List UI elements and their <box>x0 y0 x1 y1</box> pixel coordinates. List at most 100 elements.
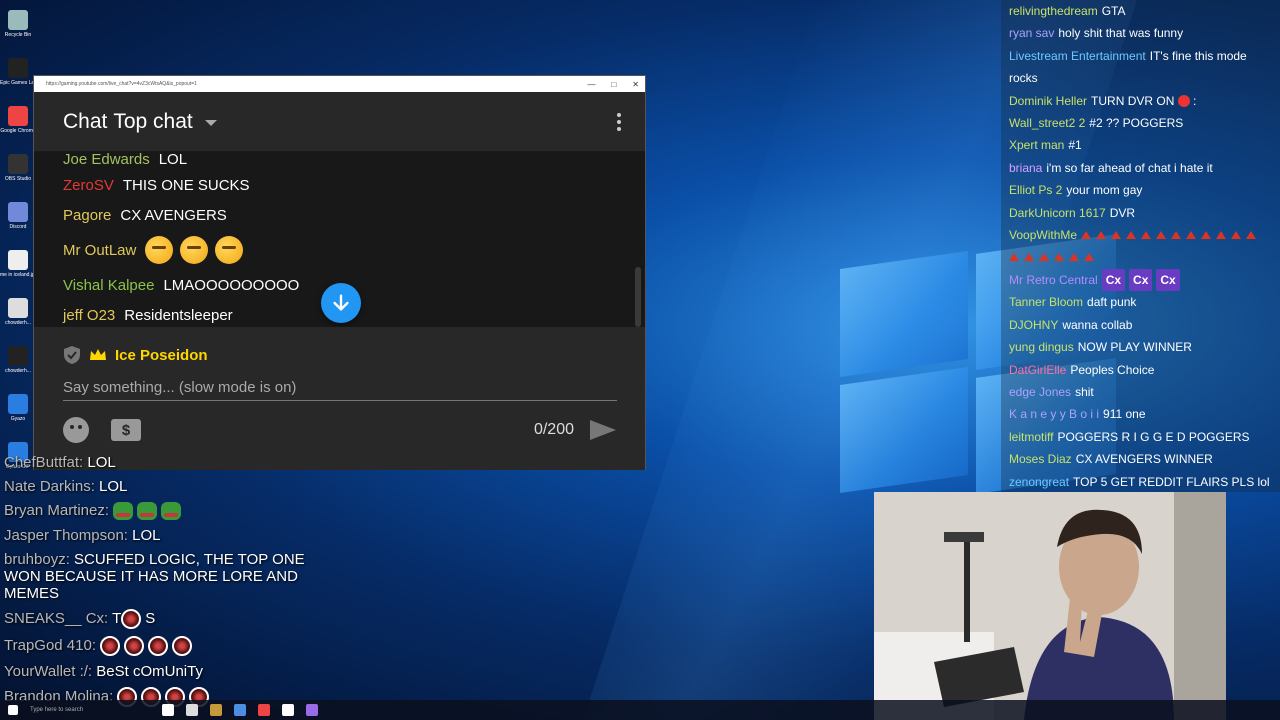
warning-triangle-icon <box>1171 231 1182 240</box>
emoji-picker-icon[interactable] <box>63 417 89 443</box>
overlay-chat-author: K a n e y y B o i i <box>1009 407 1100 422</box>
desktop-shortcut[interactable]: Google Chrome <box>0 96 36 144</box>
desktop-shortcut-label: chowderh... <box>5 320 31 326</box>
minimize-icon[interactable]: — <box>587 80 595 89</box>
overlay-chat-message: Jasper Thompson: LOL <box>4 527 344 544</box>
chat-scrollbar[interactable] <box>635 267 641 327</box>
chat-author[interactable]: Vishal Kalpee <box>63 277 154 294</box>
chat-mode-label: Top chat <box>113 109 193 133</box>
chat-message: Pagore CX AVENGERS <box>63 200 645 230</box>
overlay-chat-message: Elliot Ps 2 your mom gay <box>1009 179 1272 201</box>
chat-author[interactable]: ZeroSV <box>63 177 114 194</box>
taskbar-search[interactable]: Type here to search <box>30 707 150 713</box>
warning-triangle-icon <box>1201 231 1212 240</box>
crown-icon <box>90 349 106 360</box>
overlay-chat-message: briana i'm so far ahead of chat i hate it <box>1009 157 1272 179</box>
overlay-chat-message: SNEAKS__ Cx: T S <box>4 609 344 630</box>
window-titlebar[interactable]: https://gaming.youtube.com/live_chat?v=4… <box>34 76 645 92</box>
desktop-shortcut[interactable]: chowderh... <box>0 336 36 384</box>
chat-author[interactable]: Joe Edwards <box>63 152 150 168</box>
overlay-chat-message: Nate Darkins: LOL <box>4 478 344 495</box>
overlay-chat-message: ChefButtfat: LOL <box>4 454 344 471</box>
send-icon[interactable] <box>590 420 616 440</box>
warning-triangle-icon <box>1231 231 1242 240</box>
cx-emote: Cx <box>1156 268 1180 292</box>
warning-triangle-icon <box>1186 231 1197 240</box>
desktop-shortcut[interactable]: chowderh... <box>0 288 36 336</box>
overlay-chat-message: Dominik Heller TURN DVR ON : <box>1009 90 1272 112</box>
start-icon[interactable] <box>8 705 18 715</box>
overlay-chat-text: DVR <box>1109 205 1136 220</box>
super-chat-icon[interactable]: $ <box>111 419 141 441</box>
chat-message-text: CX AVENGERS <box>120 206 227 224</box>
chat-author[interactable]: jeff O23 <box>63 307 115 324</box>
chat-message-input[interactable]: Say something... (slow mode is on) <box>63 375 617 401</box>
maximize-icon[interactable]: □ <box>611 80 616 89</box>
taskbar-app-icon[interactable] <box>282 704 294 716</box>
taskbar-app-icon[interactable] <box>234 704 246 716</box>
desktop-shortcut[interactable]: Discord <box>0 192 36 240</box>
overlay-chat-author: yung dingus <box>1009 340 1074 355</box>
overlay-chat-author: Elliot Ps 2 <box>1009 183 1063 198</box>
overlay-chat-author: Tanner Bloom <box>1009 295 1084 310</box>
overlay-chat-message: Livestream Entertainment IT's fine this m… <box>1009 45 1272 90</box>
stream-overlay-chat-right: relivingthedream GTA ryan sav holy shit tha… <box>1001 0 1280 492</box>
taskbar-app-icon[interactable] <box>258 704 270 716</box>
warning-triangle-icon <box>1009 253 1019 262</box>
app-icon <box>8 394 28 414</box>
taskbar-app-icon[interactable] <box>162 704 174 716</box>
emote-icon <box>121 609 142 630</box>
overlay-chat-message: DJOHNY wanna collab <box>1009 314 1272 336</box>
emote-icon <box>172 636 193 657</box>
overlay-chat-text: holy shit that was funny <box>1058 26 1184 41</box>
chat-mode-selector[interactable]: Chat Top chat <box>63 110 217 134</box>
more-options-icon[interactable] <box>617 112 621 131</box>
overlay-chat-text: 911 one <box>1103 407 1146 422</box>
thinking-emoji-icon <box>145 236 174 264</box>
overlay-chat-author: Wall_street2 2 <box>1009 116 1086 131</box>
overlay-chat-text: GTA <box>1101 4 1126 18</box>
emote-icon <box>100 636 121 657</box>
warning-triangle-icon <box>1084 253 1094 262</box>
desktop-shortcut-label: Google Chrome <box>0 128 36 134</box>
arrow-down-icon <box>333 294 349 311</box>
desktop-shortcut[interactable]: Recycle Bin <box>0 0 36 48</box>
desktop-shortcut[interactable]: Gyazo <box>0 384 36 432</box>
taskbar-app-icon[interactable] <box>210 704 222 716</box>
overlay-chat-author: DatGirlElle <box>1009 362 1067 377</box>
close-icon[interactable]: ✕ <box>632 80 639 89</box>
desktop-shortcut[interactable]: me in iceland.jpg <box>0 240 36 288</box>
warning-triangle-icon <box>1096 231 1107 240</box>
desktop-shortcut[interactable]: Epic Games Launcher <box>0 48 36 96</box>
taskbar-app-icon[interactable] <box>306 704 318 716</box>
current-username: Ice Poseidon <box>115 346 208 364</box>
chat-author[interactable]: Mr OutLaw <box>63 242 136 259</box>
overlay-chat-text: LOL <box>99 478 128 495</box>
overlay-chat-message: DatGirlElle Peoples Choice <box>1009 359 1272 381</box>
chat-message-text: LOL <box>158 152 188 168</box>
overlay-chat-text: CX AVENGERS WINNER <box>1075 452 1213 467</box>
warning-triangle-icon <box>1216 231 1227 240</box>
overlay-chat-text: #1 <box>1068 138 1082 153</box>
caret-down-icon[interactable] <box>204 120 217 126</box>
desktop-shortcut[interactable]: OBS Studio <box>0 144 36 192</box>
overlay-chat-author: Bryan Martinez: <box>4 502 114 519</box>
app-icon <box>8 346 28 366</box>
overlay-chat-text: T <box>112 610 122 627</box>
overlay-chat-message: Xpert man #1 <box>1009 134 1272 156</box>
streamer-webcam-image <box>874 492 1226 720</box>
overlay-chat-author: Livestream Entertainment <box>1009 48 1146 63</box>
scroll-to-bottom-button[interactable] <box>321 283 361 323</box>
chat-title: Chat <box>63 109 108 133</box>
app-icon <box>8 298 28 318</box>
overlay-chat-message: yung dingus NOW PLAY WINNER <box>1009 336 1272 358</box>
overlay-chat-author: Mr Retro Central <box>1009 272 1098 287</box>
desktop-shortcut-label: Recycle Bin <box>4 32 32 38</box>
chat-message-text: THIS ONE SUCKS <box>122 176 250 194</box>
taskbar-app-icon[interactable] <box>186 704 198 716</box>
overlay-chat-author: leitmotiff <box>1009 429 1054 444</box>
chat-author[interactable]: Pagore <box>63 207 111 224</box>
overlay-chat-message: leitmotiff POGGERS R I G G E D POGGERS <box>1009 426 1272 448</box>
cx-emote: Cx <box>1129 268 1153 292</box>
chat-messages[interactable]: Joe Edwards LOL ZeroSV THIS ONE SUCKS Pagore… <box>34 152 645 327</box>
